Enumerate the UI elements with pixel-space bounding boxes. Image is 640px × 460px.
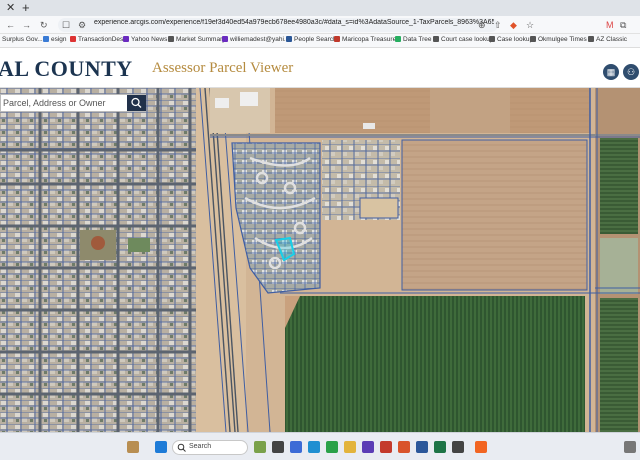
taskbar-search[interactable]: Search: [172, 440, 248, 455]
bookmark-item[interactable]: Surplus Gov...: [2, 36, 43, 43]
app-icon[interactable]: [452, 441, 464, 453]
share-icon[interactable]: ⇧: [494, 19, 502, 31]
bookmark-item[interactable]: Okmulgee Times: [530, 36, 587, 43]
new-tab-icon[interactable]: +: [22, 0, 30, 15]
crop-field: [285, 296, 585, 432]
excel-icon[interactable]: [434, 441, 446, 453]
system-tray-icon[interactable]: [624, 441, 636, 453]
address-bar: ← → ↻ ☐ ⚙ experience.arcgis.com/experien…: [0, 16, 640, 34]
bookmarks-bar: Surplus Gov... esign TransactionDesk Yah…: [0, 34, 640, 48]
green-patch: [128, 238, 150, 252]
bookmark-item[interactable]: williemadest@yahi...: [222, 36, 289, 43]
mail-icon[interactable]: [362, 441, 374, 453]
building: [215, 98, 229, 108]
search-input[interactable]: [1, 95, 127, 111]
crop-field-southeast: [600, 298, 638, 432]
bookmark-item[interactable]: Court case lookup: [433, 36, 493, 43]
reload-icon[interactable]: ↻: [40, 19, 48, 31]
field-east: [401, 139, 588, 291]
bookmark-item[interactable]: esign: [43, 36, 67, 43]
field-north-parcel: [430, 88, 510, 133]
url-field[interactable]: ☐ ⚙ experience.arcgis.com/experience/f19…: [58, 18, 498, 32]
windows-start-icon[interactable]: [155, 441, 167, 453]
page-title: Assessor Parcel Viewer: [152, 60, 294, 76]
bookmark-item[interactable]: Yahoo News: [123, 36, 167, 43]
account-icon[interactable]: ⚇: [623, 64, 639, 80]
bookmark-item[interactable]: Maricopa Treasure: [334, 36, 396, 43]
chrome-icon[interactable]: [326, 441, 338, 453]
road-label-shield: [363, 123, 375, 129]
map-canvas[interactable]: [0, 88, 640, 432]
search-button[interactable]: [127, 95, 146, 111]
edge-icon[interactable]: [308, 441, 320, 453]
county-name: AL COUNTY: [0, 56, 133, 81]
tune-icon[interactable]: ⚙: [78, 19, 86, 31]
bookmark-item[interactable]: Market Summary: [168, 36, 225, 43]
building: [240, 92, 258, 106]
bookmark-star-icon[interactable]: ☆: [526, 19, 534, 31]
site-info-icon[interactable]: ☐: [62, 19, 70, 31]
word-icon[interactable]: [416, 441, 428, 453]
app-header: AL COUNTY Assessor Parcel Viewer ▦ ⚇: [0, 48, 640, 88]
vacant-lot: [359, 197, 399, 219]
gmail-icon[interactable]: M: [606, 19, 614, 31]
back-icon[interactable]: ←: [6, 19, 15, 31]
browser-tab-strip: ✕ +: [0, 0, 640, 16]
crop-field-east: [600, 138, 638, 234]
taskbar-search-label: Search: [189, 443, 212, 450]
parcel-map[interactable]: [0, 88, 640, 432]
search-icon: [131, 97, 142, 108]
widgets-icon[interactable]: [127, 441, 139, 453]
bookmark-item[interactable]: Case lookup: [489, 36, 533, 43]
task-view-icon[interactable]: [272, 441, 284, 453]
file-explorer-icon[interactable]: [344, 441, 356, 453]
park-feature: [91, 236, 105, 250]
grid-menu-icon[interactable]: ▦: [603, 64, 619, 80]
zoom-icon[interactable]: ⊕: [478, 19, 486, 31]
bookmark-item[interactable]: AZ Classic: [588, 36, 627, 43]
copilot-icon[interactable]: [254, 441, 266, 453]
bookmark-item[interactable]: Data Tree: [395, 36, 432, 43]
extensions-icon[interactable]: ⧉: [620, 19, 626, 31]
forward-icon[interactable]: →: [22, 19, 31, 31]
brave-shield-icon[interactable]: ◆: [510, 19, 517, 31]
office-icon[interactable]: [380, 441, 392, 453]
bookmark-item[interactable]: People Search: [286, 36, 337, 43]
field-east-patch: [600, 238, 638, 294]
parcel-search: [0, 94, 146, 112]
search-icon: [177, 443, 186, 452]
bookmark-item[interactable]: TransactionDesk: [70, 36, 127, 43]
taskbar: Search: [0, 432, 640, 460]
powerpoint-icon[interactable]: [398, 441, 410, 453]
brave-icon[interactable]: [475, 441, 487, 453]
chat-icon[interactable]: [290, 441, 302, 453]
tab-close-icon[interactable]: ✕: [6, 1, 15, 14]
url-text[interactable]: experience.arcgis.com/experience/f19ef3d…: [94, 19, 494, 26]
